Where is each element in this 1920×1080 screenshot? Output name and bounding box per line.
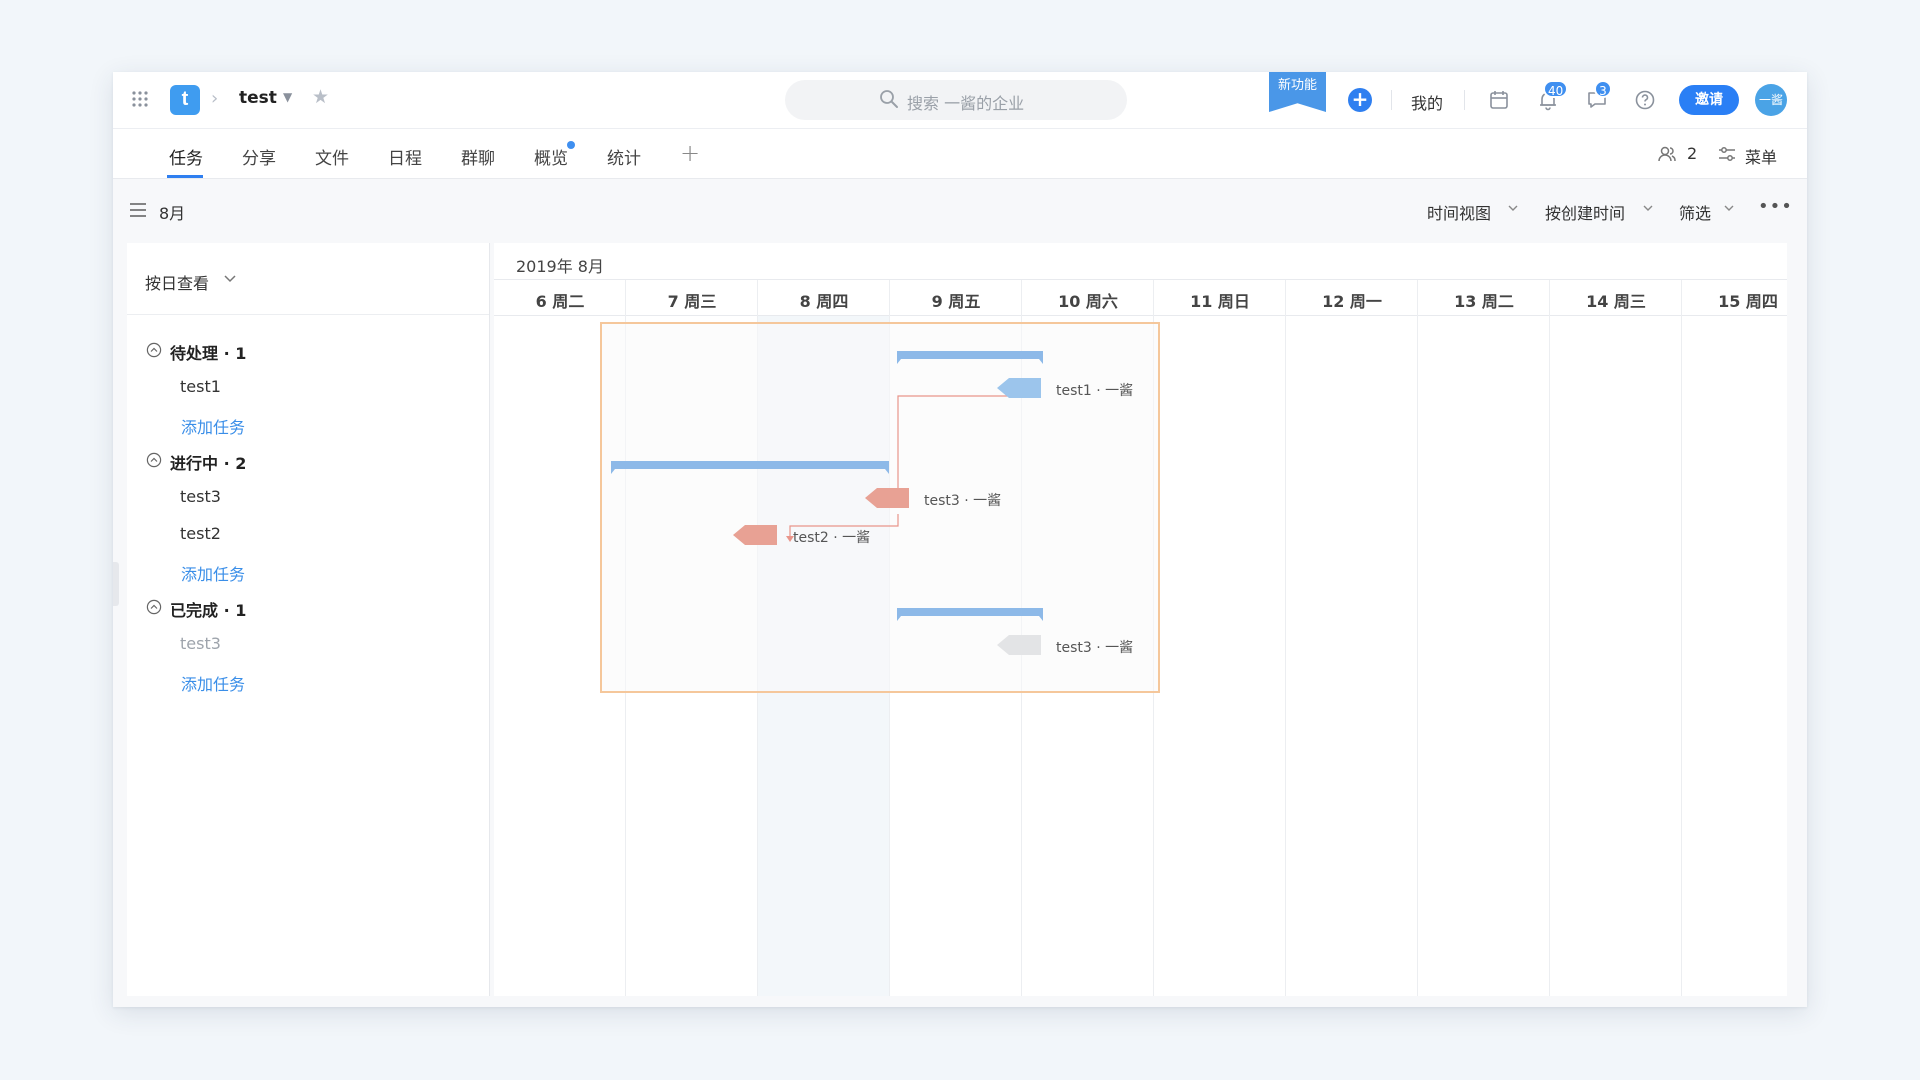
new-feature-ribbon[interactable]: 新功能	[1269, 72, 1326, 112]
task-bar-label: test2 · 一酱	[793, 530, 871, 546]
collapse-circle-icon[interactable]	[146, 599, 162, 615]
members-count[interactable]: 2	[1687, 144, 1697, 163]
day-grid-line	[1681, 280, 1682, 996]
day-grid-line	[1549, 280, 1550, 996]
task-item[interactable]: test1	[180, 377, 221, 396]
group-title-pending[interactable]: 待处理 · 1	[170, 340, 246, 364]
group-count: · 1	[223, 344, 247, 363]
tab-schedule[interactable]: 日程	[388, 144, 422, 169]
project-name[interactable]: test	[239, 88, 277, 108]
group-name: 待处理	[170, 344, 219, 363]
sort-dropdown[interactable]: 按创建时间	[1545, 200, 1625, 224]
day-header: 10 周六	[1058, 292, 1118, 311]
divider	[127, 314, 489, 315]
gantt-month-label: 2019年 8月	[516, 257, 604, 276]
day-header: 14 周三	[1586, 292, 1646, 311]
hamburger-icon[interactable]	[129, 202, 147, 218]
task-item[interactable]: test2	[180, 524, 221, 543]
task-bar-label: test3 · 一酱	[1056, 640, 1134, 656]
search-icon	[880, 90, 898, 108]
top-bar: t › test ▼ ★ 搜索 一酱的企业 新功能 + 我的 40 3 邀请 一…	[113, 72, 1807, 129]
add-task-link[interactable]: 添加任务	[181, 561, 245, 585]
group-title-done[interactable]: 已完成 · 1	[170, 597, 246, 621]
notification-count-badge: 40	[1543, 80, 1569, 98]
task-item[interactable]: test3	[180, 634, 221, 653]
calendar-icon[interactable]	[1488, 89, 1510, 111]
filter-dropdown[interactable]: 筛选	[1679, 200, 1711, 224]
group-name: 进行中	[170, 454, 219, 473]
view-by-dropdown[interactable]: 按日查看	[145, 270, 209, 294]
task-bar-label: test3 · 一酱	[924, 493, 1002, 509]
day-header: 9 周五	[931, 292, 981, 311]
day-header: 7 周三	[667, 292, 717, 311]
day-header: 8 周四	[799, 292, 849, 311]
search-box[interactable]: 搜索 一酱的企业	[785, 80, 1127, 120]
tab-group-chat[interactable]: 群聊	[461, 144, 495, 169]
overview-new-dot	[567, 141, 575, 149]
chevron-down-icon	[1724, 205, 1734, 211]
project-tabs: 任务 分享 文件 日程 群聊 概览 统计 + 2 菜单	[113, 129, 1807, 179]
help-icon[interactable]	[1634, 89, 1656, 111]
tab-tasks[interactable]: 任务	[169, 144, 203, 169]
day-header: 15 周四	[1718, 292, 1778, 311]
invite-button[interactable]: 邀请	[1679, 85, 1739, 115]
app-grid-icon[interactable]	[131, 90, 149, 108]
day-header: 6 周二	[535, 292, 585, 311]
group-summary-bar[interactable]	[897, 351, 1043, 364]
star-icon[interactable]: ★	[312, 86, 329, 108]
divider	[494, 279, 1787, 280]
tab-share[interactable]: 分享	[242, 144, 276, 169]
create-plus-icon[interactable]: +	[1348, 88, 1372, 112]
day-grid-line	[1285, 280, 1286, 996]
chevron-down-icon	[1643, 205, 1653, 211]
day-grid-line	[1417, 280, 1418, 996]
task-item[interactable]: test3	[180, 487, 221, 506]
add-tab-icon[interactable]: +	[680, 139, 700, 167]
chevron-down-icon	[1508, 205, 1518, 211]
tab-files[interactable]: 文件	[315, 144, 349, 169]
message-count-badge: 3	[1594, 80, 1612, 98]
add-task-link[interactable]: 添加任务	[181, 671, 245, 695]
members-icon[interactable]	[1657, 144, 1677, 164]
divider	[1464, 90, 1465, 110]
task-bar-label: test1 · 一酱	[1056, 383, 1134, 399]
menu-button[interactable]: 菜单	[1745, 144, 1777, 168]
group-name: 已完成	[170, 601, 219, 620]
active-tab-indicator	[167, 175, 203, 178]
divider	[1391, 90, 1392, 110]
task-list-panel: 按日查看 待处理 · 1 test1 添加任务 进行中 · 2 test3 te…	[127, 243, 490, 996]
project-dropdown-icon[interactable]: ▼	[283, 90, 292, 104]
time-view-dropdown[interactable]: 时间视图	[1427, 200, 1491, 224]
search-placeholder: 搜索 一酱的企业	[907, 94, 1025, 113]
tab-overview[interactable]: 概览	[534, 144, 568, 169]
divider	[494, 315, 1787, 316]
group-summary-bar[interactable]	[897, 608, 1043, 621]
group-count: · 2	[223, 454, 247, 473]
more-icon[interactable]: •••	[1758, 196, 1793, 217]
group-count: · 1	[223, 601, 247, 620]
day-header: 12 周一	[1322, 292, 1382, 311]
collapse-circle-icon[interactable]	[146, 342, 162, 358]
group-summary-bar[interactable]	[611, 461, 889, 474]
current-month: 8月	[159, 204, 186, 223]
day-header: 11 周日	[1190, 292, 1250, 311]
chevron-down-icon	[224, 275, 236, 283]
project-logo[interactable]: t	[170, 85, 200, 115]
breadcrumb-chevron-icon: ›	[211, 88, 219, 109]
app-window: t › test ▼ ★ 搜索 一酱的企业 新功能 + 我的 40 3 邀请 一…	[113, 72, 1807, 1007]
add-task-link[interactable]: 添加任务	[181, 414, 245, 438]
collapse-circle-icon[interactable]	[146, 452, 162, 468]
mine-link[interactable]: 我的	[1411, 90, 1443, 114]
tab-statistics[interactable]: 统计	[607, 144, 641, 169]
user-avatar[interactable]: 一酱	[1755, 84, 1787, 116]
group-title-in-progress[interactable]: 进行中 · 2	[170, 450, 246, 474]
panel-resize-handle[interactable]	[113, 562, 119, 606]
settings-sliders-icon[interactable]	[1717, 144, 1737, 164]
day-header: 13 周二	[1454, 292, 1514, 311]
gantt-timeline: 2019年 8月 6 周二 7 周三 8 周四 9 周五 10 周六 11 周日…	[494, 243, 1787, 996]
